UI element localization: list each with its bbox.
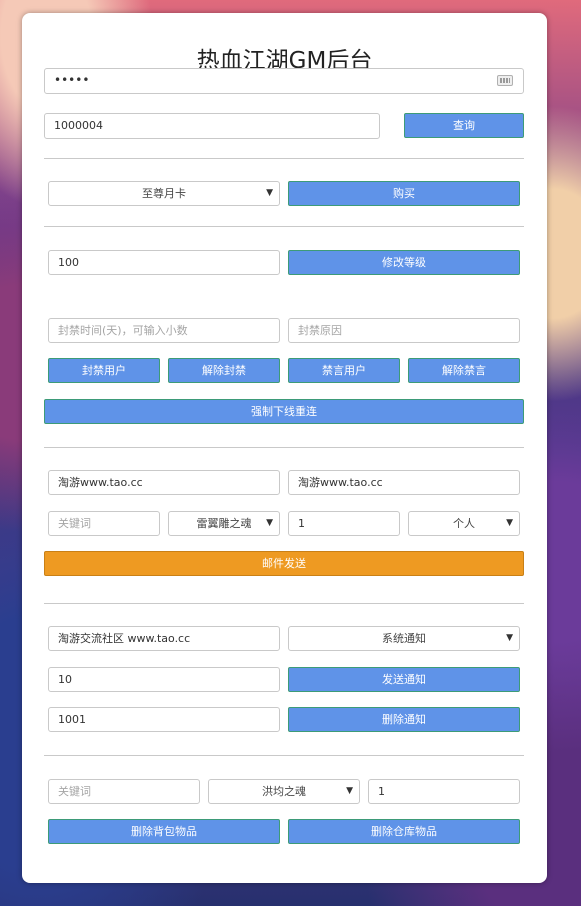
keyboard-icon[interactable] (497, 75, 513, 86)
ban-user-button[interactable]: 封禁用户 (48, 358, 160, 383)
mail-item-select[interactable]: 雷翼雕之魂 ▼ (168, 511, 280, 536)
divider (44, 158, 524, 159)
delete-bag-item-button[interactable]: 删除背包物品 (48, 819, 280, 844)
send-notice-button[interactable]: 发送通知 (288, 667, 520, 692)
buy-button[interactable]: 购买 (288, 181, 520, 206)
mail-item-value: 雷翼雕之魂 (196, 517, 252, 530)
divider (44, 603, 524, 604)
notice-id-input[interactable]: 1001 (48, 707, 280, 732)
unmute-user-button[interactable]: 解除禁言 (408, 358, 520, 383)
level-input[interactable]: 100 (48, 250, 280, 275)
mute-user-button[interactable]: 禁言用户 (288, 358, 400, 383)
mail-sender-input[interactable]: 淘游www.tao.cc (48, 470, 280, 495)
item-select[interactable]: 洪均之魂 ▼ (208, 779, 360, 804)
delete-notice-button[interactable]: 删除通知 (288, 707, 520, 732)
divider (44, 755, 524, 756)
chevron-down-icon: ▼ (266, 188, 273, 198)
user-id-input[interactable]: 1000004 (44, 113, 380, 139)
delete-warehouse-item-button[interactable]: 删除仓库物品 (288, 819, 520, 844)
item-count-input[interactable]: 1 (368, 779, 520, 804)
chevron-down-icon: ▼ (266, 518, 273, 528)
notice-content-input[interactable]: 淘游交流社区 www.tao.cc (48, 626, 280, 651)
item-select-value: 洪均之魂 (262, 785, 306, 798)
chevron-down-icon: ▼ (506, 633, 513, 643)
chevron-down-icon: ▼ (346, 786, 353, 796)
query-button[interactable]: 查询 (404, 113, 524, 138)
mail-title-input[interactable]: 淘游www.tao.cc (288, 470, 520, 495)
password-input[interactable]: ••••• (44, 68, 524, 94)
chevron-down-icon: ▼ (506, 518, 513, 528)
force-offline-button[interactable]: 强制下线重连 (44, 399, 524, 424)
divider (44, 447, 524, 448)
notice-type-value: 系统通知 (382, 632, 426, 645)
modify-level-button[interactable]: 修改等级 (288, 250, 520, 275)
ban-time-input[interactable]: 封禁时间(天)，可输入小数 (48, 318, 280, 343)
ban-reason-input[interactable]: 封禁原因 (288, 318, 520, 343)
mail-keyword-input[interactable]: 关键词 (48, 511, 160, 536)
send-mail-button[interactable]: 邮件发送 (44, 551, 524, 576)
unban-user-button[interactable]: 解除封禁 (168, 358, 280, 383)
notice-value-input[interactable]: 10 (48, 667, 280, 692)
mail-scope-select[interactable]: 个人 ▼ (408, 511, 520, 536)
gm-panel: 热血江湖GM后台 (22, 13, 547, 883)
item-keyword-input[interactable]: 关键词 (48, 779, 200, 804)
divider (44, 226, 524, 227)
password-value: ••••• (54, 73, 90, 87)
mail-scope-value: 个人 (453, 517, 475, 530)
card-select[interactable]: 至尊月卡 ▼ (48, 181, 280, 206)
notice-type-select[interactable]: 系统通知 ▼ (288, 626, 520, 651)
card-select-value: 至尊月卡 (142, 187, 186, 200)
mail-count-input[interactable]: 1 (288, 511, 400, 536)
